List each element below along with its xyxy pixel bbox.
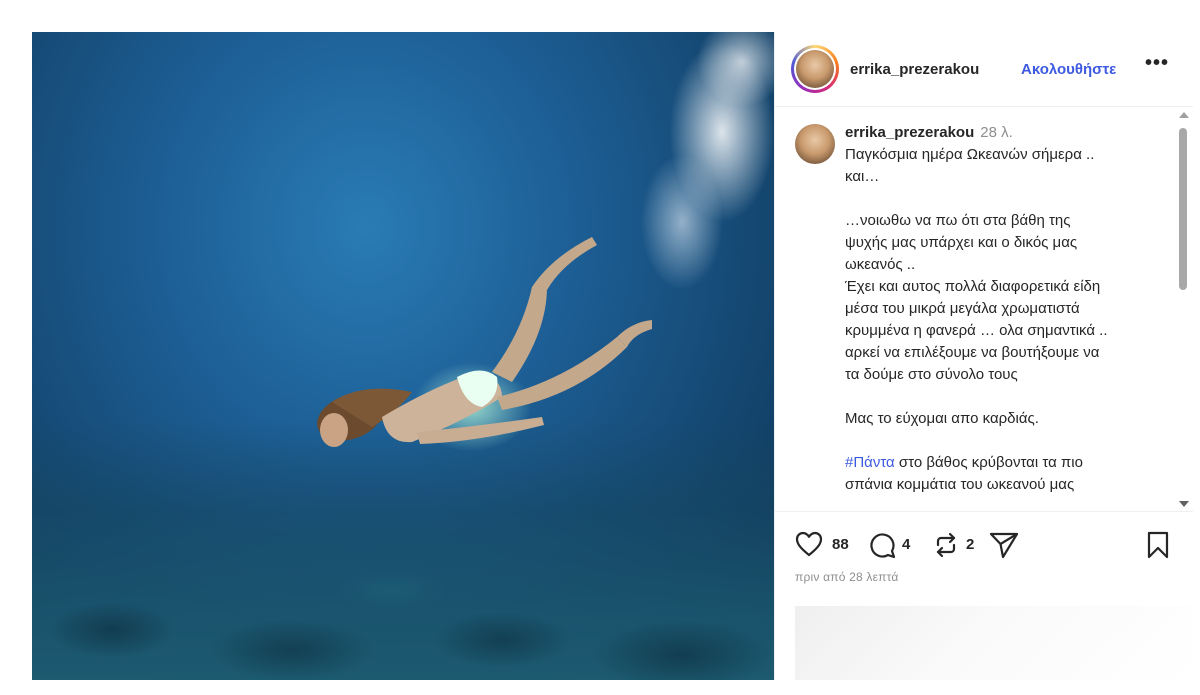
caption-time: 28 λ. — [980, 124, 1013, 141]
like-count[interactable]: 88 — [832, 536, 849, 553]
scroll-up-arrow-icon[interactable] — [1179, 112, 1189, 118]
diver-figure — [317, 237, 652, 447]
comment-icon[interactable] — [868, 531, 896, 559]
instagram-post-embed: errika_prezerakou Ακολουθήστε ••• errika… — [32, 32, 1193, 680]
share-icon[interactable] — [989, 531, 1019, 559]
scroll-down-arrow-icon[interactable] — [1179, 501, 1189, 507]
caption-username[interactable]: errika_prezerakou — [845, 124, 974, 141]
scrollbar-thumb[interactable] — [1179, 128, 1187, 290]
post-actions: 88 4 2 πριν από 28 λεπτά — [775, 511, 1193, 611]
posted-time: πριν από 28 λεπτά — [795, 570, 899, 584]
story-ring[interactable] — [791, 45, 839, 93]
comments-section: errika_prezerakou 28 λ. Παγκόσμια ημέρα Ω… — [775, 108, 1193, 511]
bookmark-icon[interactable] — [1145, 531, 1171, 559]
comments-scrollbar[interactable] — [1175, 108, 1191, 511]
comment-count[interactable]: 4 — [902, 536, 910, 553]
repost-icon[interactable] — [932, 531, 960, 559]
author-username[interactable]: errika_prezerakou — [850, 61, 979, 78]
repost-count[interactable]: 2 — [966, 536, 974, 553]
caption-text: Παγκόσμια ημέρα Ωκεανών σήμερα .. και… …… — [845, 144, 1165, 496]
heart-icon[interactable] — [795, 531, 823, 557]
post-side-panel: errika_prezerakou Ακολουθήστε ••• errika… — [774, 32, 1193, 680]
post-image[interactable] — [32, 32, 774, 680]
caption-text-part-1: Παγκόσμια ημέρα Ωκεανών σήμερα .. και… …… — [845, 146, 1108, 427]
more-options-icon[interactable]: ••• — [1145, 52, 1169, 75]
loading-placeholder — [795, 606, 1193, 680]
author-avatar[interactable] — [796, 50, 834, 88]
post-header: errika_prezerakou Ακολουθήστε ••• — [775, 32, 1193, 107]
hashtag-link[interactable]: #Πάντα — [845, 454, 895, 471]
follow-button[interactable]: Ακολουθήστε — [1021, 61, 1116, 78]
caption-avatar[interactable] — [795, 124, 835, 164]
post-caption: errika_prezerakou 28 λ. Παγκόσμια ημέρα Ω… — [845, 122, 1165, 496]
